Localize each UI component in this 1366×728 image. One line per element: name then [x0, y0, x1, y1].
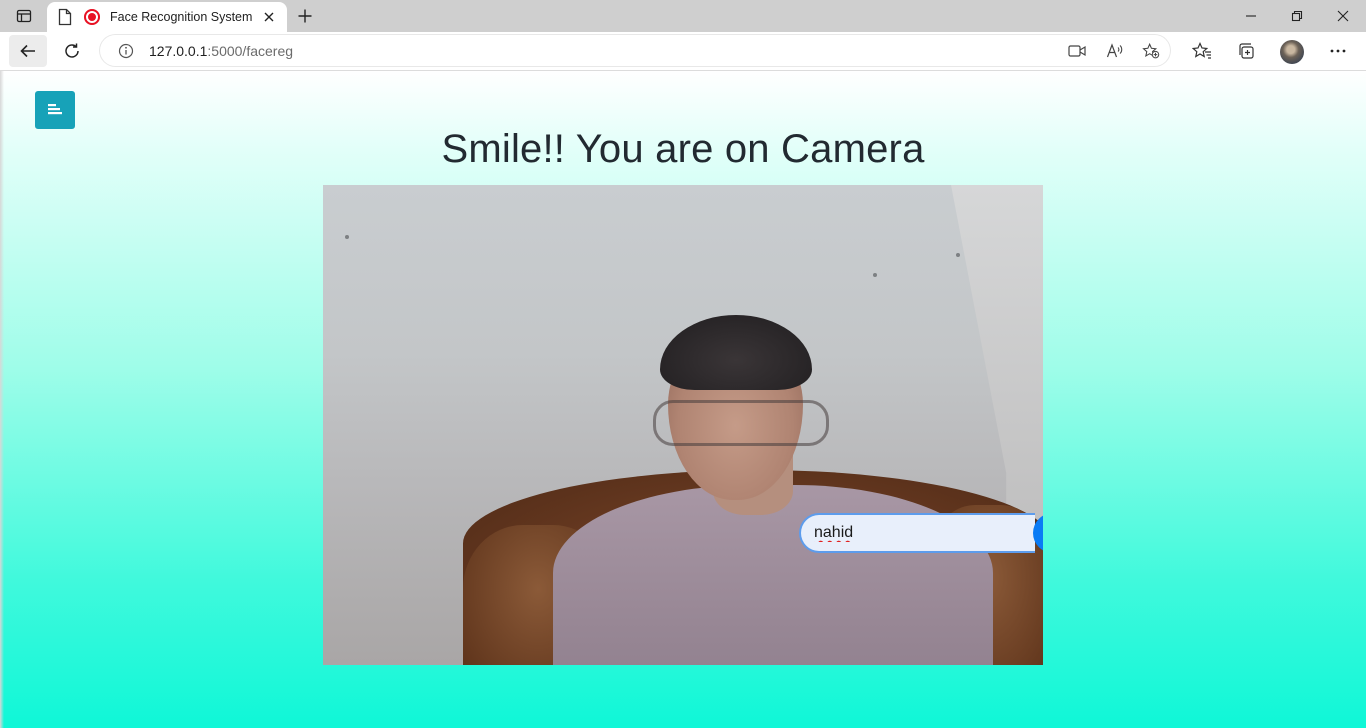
camera-feed: scan: [323, 185, 1043, 665]
tab-strip: Face Recognition System: [0, 0, 1366, 32]
recording-icon: [84, 9, 100, 25]
menu-button[interactable]: [35, 91, 75, 129]
address-bar[interactable]: 127.0.0.1:5000/facereg: [100, 35, 1170, 66]
site-info-icon[interactable]: [118, 43, 134, 64]
collections-icon[interactable]: [1228, 35, 1264, 67]
close-tab-icon[interactable]: [261, 9, 277, 25]
url-host: 127.0.0.1: [149, 43, 208, 59]
add-favorite-icon[interactable]: [1142, 42, 1160, 60]
favorites-icon[interactable]: [1184, 35, 1220, 67]
tab-actions-icon[interactable]: [8, 4, 40, 28]
back-icon[interactable]: [9, 35, 47, 67]
tab-title: Face Recognition System: [110, 10, 253, 24]
camera-person-glasses: [653, 400, 829, 446]
browser-window: Face Recognition System 127.0.0.1:5000/f…: [0, 0, 1366, 728]
page-title: Smile!! You are on Camera: [441, 127, 925, 171]
scan-form: scan: [799, 513, 1043, 553]
url-text: 127.0.0.1:5000/facereg: [149, 43, 293, 59]
minimize-icon[interactable]: [1228, 0, 1274, 32]
profile-avatar[interactable]: [1280, 40, 1304, 64]
wall-speck: [956, 253, 960, 257]
refresh-icon[interactable]: [54, 35, 90, 67]
page-icon: [58, 8, 72, 31]
wall-speck: [345, 235, 349, 239]
restore-icon[interactable]: [1274, 0, 1320, 32]
camera-permission-icon[interactable]: [1068, 42, 1086, 60]
close-window-icon[interactable]: [1320, 0, 1366, 32]
page-content: Smile!! You are on Camera scan: [0, 71, 1366, 728]
read-aloud-icon[interactable]: [1106, 42, 1124, 60]
browser-toolbar: 127.0.0.1:5000/facereg: [0, 32, 1366, 71]
camera-person-hair: [660, 315, 812, 390]
new-tab-icon[interactable]: [292, 4, 318, 28]
menu-align-left-icon: [48, 104, 62, 115]
browser-tab-active[interactable]: Face Recognition System: [47, 2, 287, 32]
name-input[interactable]: [799, 513, 1035, 553]
wall-speck: [873, 273, 877, 277]
url-path: :5000/facereg: [207, 43, 294, 59]
more-options-icon[interactable]: [1320, 35, 1356, 67]
